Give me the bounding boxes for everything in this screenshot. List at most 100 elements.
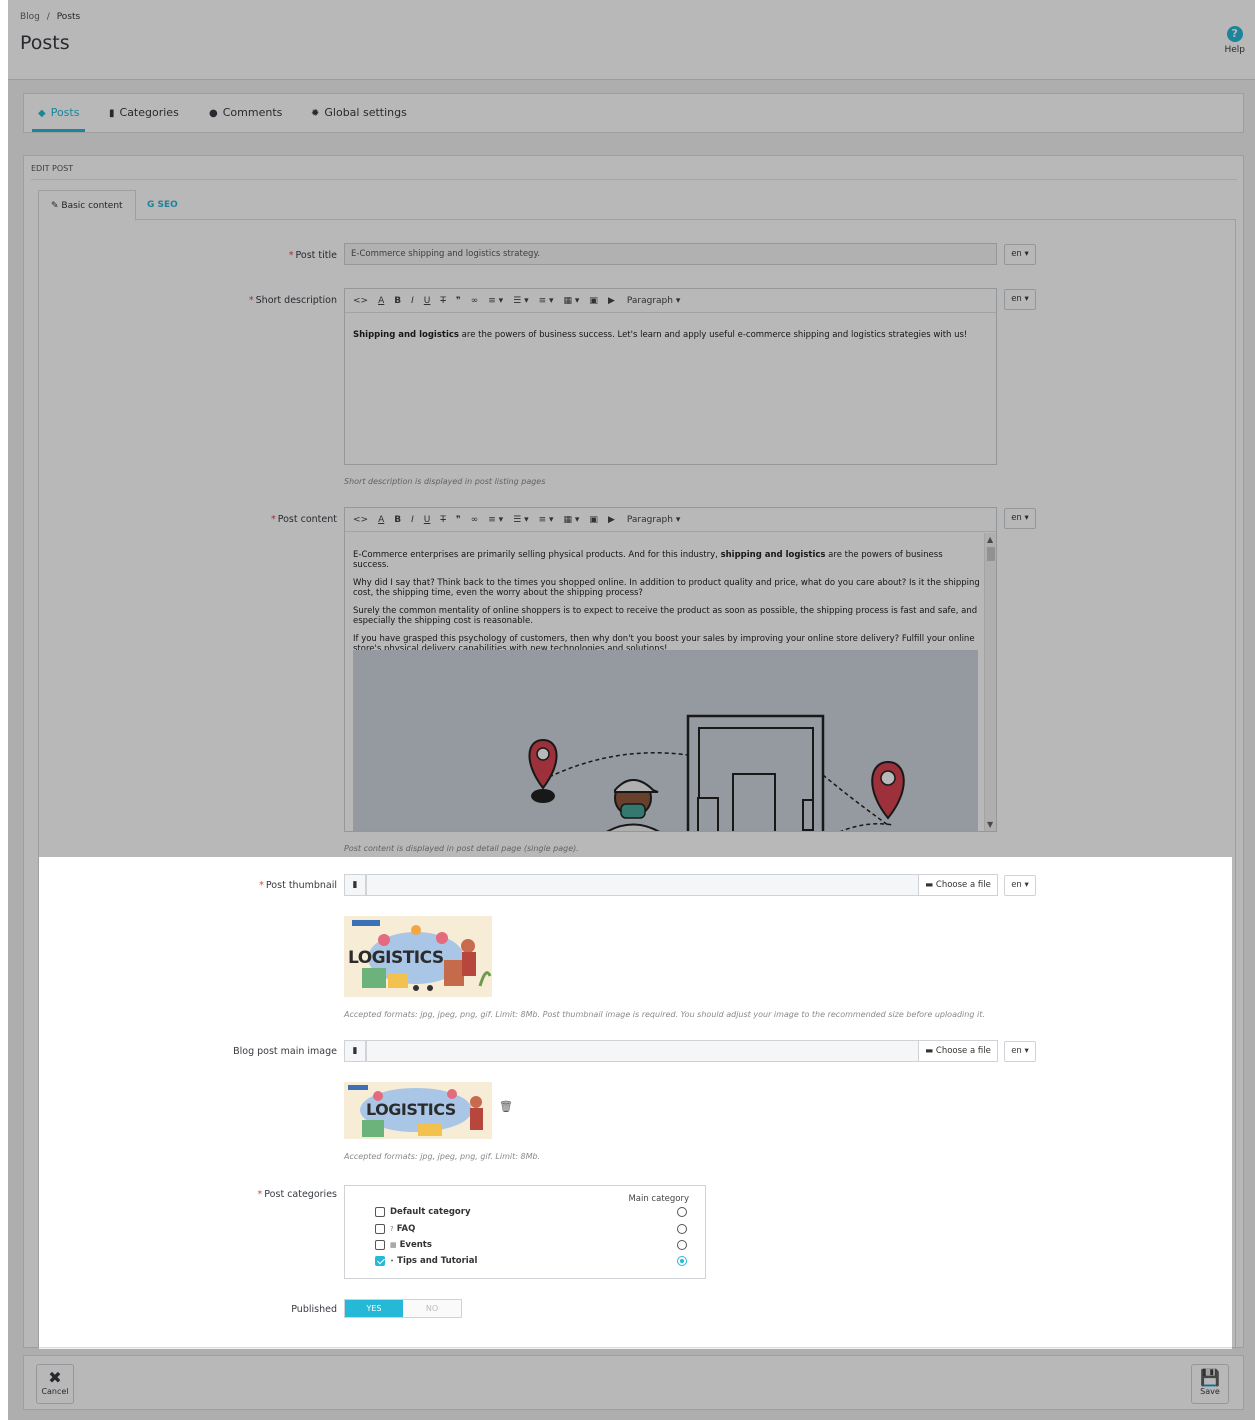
media-icon[interactable]: ▶ [608, 515, 615, 525]
post-title-input[interactable]: E-Commerce shipping and logistics strate… [344, 243, 997, 265]
quote-icon[interactable]: ❞ [456, 515, 461, 525]
help-button[interactable]: ? Help [1224, 26, 1245, 55]
post-categories-box: Main category Default category ? FAQ ▦ Eve… [344, 1185, 706, 1279]
main-tabs: ◆ Posts ▮ Categories ● Comments ✹ Global set… [23, 93, 1244, 133]
short-description-toolbar: <> A B I U T ❞ ∞ ≡ ▾ ☰ ▾ ≡ ▾ ▦ ▾ ▣ ▶ Par… [345, 289, 996, 313]
main-category-radio-tips-tutorial[interactable] [677, 1256, 687, 1266]
main-category-radio-default[interactable] [677, 1207, 687, 1217]
panel-heading: EDIT POST [31, 164, 74, 173]
short-description-editor[interactable]: <> A B I U T ❞ ∞ ≡ ▾ ☰ ▾ ≡ ▾ ▦ ▾ ▣ ▶ Par… [344, 288, 997, 465]
post-content-scrollbar[interactable]: ▲ ▼ [984, 533, 996, 831]
post-categories-label: * Post categories [257, 1189, 337, 1200]
short-description-lang-select[interactable]: en ▾ [1004, 289, 1036, 310]
table-icon[interactable]: ▦ ▾ [564, 515, 580, 525]
main-category-radio-events[interactable] [677, 1240, 687, 1250]
file-icon: ▮ [344, 1040, 366, 1062]
category-checkbox-checked[interactable] [375, 1256, 385, 1266]
form-footer: ✖ Cancel 💾 Save [23, 1355, 1244, 1410]
tab-categories[interactable]: ▮ Categories [109, 94, 179, 132]
comments-icon: ● [209, 108, 218, 119]
text-color-icon[interactable]: A [378, 515, 384, 525]
strikethrough-icon[interactable]: T [440, 296, 446, 306]
align-icon[interactable]: ≡ ▾ [488, 296, 503, 306]
published-label: Published [291, 1304, 337, 1315]
folder-icon: ▬ [925, 1046, 934, 1056]
category-faq[interactable]: ? FAQ [375, 1222, 415, 1236]
edit-icon: ✎ [51, 201, 59, 211]
tab-seo[interactable]: G SEO [135, 190, 190, 221]
strikethrough-icon[interactable]: T [440, 515, 446, 525]
italic-icon[interactable]: I [411, 296, 414, 306]
post-content-editor[interactable]: <> A B I U T ❞ ∞ ≡ ▾ ☰ ▾ ≡ ▾ ▦ ▾ ▣ ▶ Par… [344, 507, 997, 832]
quote-icon[interactable]: ❞ [456, 296, 461, 306]
underline-icon[interactable]: U [424, 296, 431, 306]
paragraph-select[interactable]: Paragraph ▾ [627, 515, 681, 525]
main-image-lang-select[interactable]: en ▾ [1004, 1041, 1036, 1062]
paragraph-select[interactable]: Paragraph ▾ [627, 296, 681, 306]
post-content-text: E-Commerce enterprises are primarily sel… [353, 550, 980, 654]
image-icon[interactable]: ▣ [589, 296, 598, 306]
book-icon: ▮ [109, 108, 115, 119]
tag-icon: ◆ [38, 108, 46, 119]
published-yes[interactable]: YES [345, 1300, 403, 1317]
help-icon: ? [390, 1225, 394, 1233]
post-thumbnail-preview: LOGISTICS [344, 916, 492, 997]
tab-global-settings[interactable]: ✹ Global settings [311, 94, 407, 132]
post-content-hint: Post content is displayed in post detail… [344, 844, 579, 853]
tab-comments[interactable]: ● Comments [209, 94, 282, 132]
google-icon: G [147, 200, 155, 210]
media-icon[interactable]: ▶ [608, 296, 615, 306]
source-code-icon[interactable]: <> [353, 296, 368, 306]
bullet-list-icon[interactable]: ☰ ▾ [513, 515, 528, 525]
bold-icon[interactable]: B [394, 515, 401, 525]
post-thumbnail-label: * Post thumbnail [259, 880, 337, 891]
main-category-radio-faq[interactable] [677, 1224, 687, 1234]
numbered-list-icon[interactable]: ≡ ▾ [539, 296, 554, 306]
image-icon[interactable]: ▣ [589, 515, 598, 525]
category-checkbox[interactable] [375, 1240, 385, 1250]
category-default[interactable]: Default category [375, 1205, 471, 1219]
tab-basic-content[interactable]: ✎ Basic content [38, 190, 136, 221]
link-icon[interactable]: ∞ [471, 296, 479, 306]
underline-icon[interactable]: U [424, 515, 431, 525]
delete-image-icon[interactable]: 🗑 [499, 1100, 513, 1113]
main-image-choose-button[interactable]: ▬ Choose a file [918, 1040, 998, 1062]
post-thumbnail-lang-select[interactable]: en ▾ [1004, 875, 1036, 896]
cancel-button[interactable]: ✖ Cancel [36, 1364, 74, 1404]
link-icon[interactable]: ∞ [471, 515, 479, 525]
post-thumbnail-hint: Accepted formats: jpg, jpeg, png, gif. L… [344, 1010, 985, 1019]
main-image-file-input[interactable] [366, 1040, 919, 1062]
table-icon[interactable]: ▦ ▾ [564, 296, 580, 306]
source-code-icon[interactable]: <> [353, 515, 368, 525]
content-illustration [353, 650, 978, 831]
sub-tabs: ✎ Basic content G SEO [38, 190, 1236, 221]
category-checkbox[interactable] [375, 1207, 385, 1217]
main-image-label: Blog post main image [233, 1046, 337, 1057]
calendar-icon: ▦ [390, 1241, 397, 1249]
published-toggle[interactable]: YES NO [344, 1299, 462, 1318]
help-icon: ? [1226, 26, 1243, 42]
post-title-label: * Post title [288, 250, 337, 261]
post-thumbnail-file-input[interactable] [366, 874, 919, 896]
text-color-icon[interactable]: A [378, 296, 384, 306]
align-icon[interactable]: ≡ ▾ [488, 515, 503, 525]
breadcrumb-parent[interactable]: Blog [20, 12, 40, 22]
numbered-list-icon[interactable]: ≡ ▾ [539, 515, 554, 525]
gear-icon: ✹ [311, 108, 320, 119]
italic-icon[interactable]: I [411, 515, 414, 525]
category-tips-tutorial[interactable]: • Tips and Tutorial [375, 1254, 477, 1268]
bold-icon[interactable]: B [394, 296, 401, 306]
post-thumbnail-choose-button[interactable]: ▬ Choose a file [918, 874, 998, 896]
post-content-lang-select[interactable]: en ▾ [1004, 508, 1036, 529]
short-description-hint: Short description is displayed in post l… [344, 477, 546, 486]
post-content-toolbar: <> A B I U T ❞ ∞ ≡ ▾ ☰ ▾ ≡ ▾ ▦ ▾ ▣ ▶ Par… [345, 508, 996, 532]
post-title-lang-select[interactable]: en ▾ [1004, 244, 1036, 265]
category-checkbox[interactable] [375, 1224, 385, 1234]
save-button[interactable]: 💾 Save [1191, 1364, 1229, 1404]
published-no[interactable]: NO [403, 1300, 461, 1317]
bullet-list-icon[interactable]: ☰ ▾ [513, 296, 528, 306]
breadcrumb-current: Posts [56, 12, 81, 22]
category-events[interactable]: ▦ Events [375, 1238, 432, 1252]
tab-posts[interactable]: ◆ Posts [32, 94, 86, 132]
main-image-preview: LOGISTICS [344, 1082, 492, 1139]
